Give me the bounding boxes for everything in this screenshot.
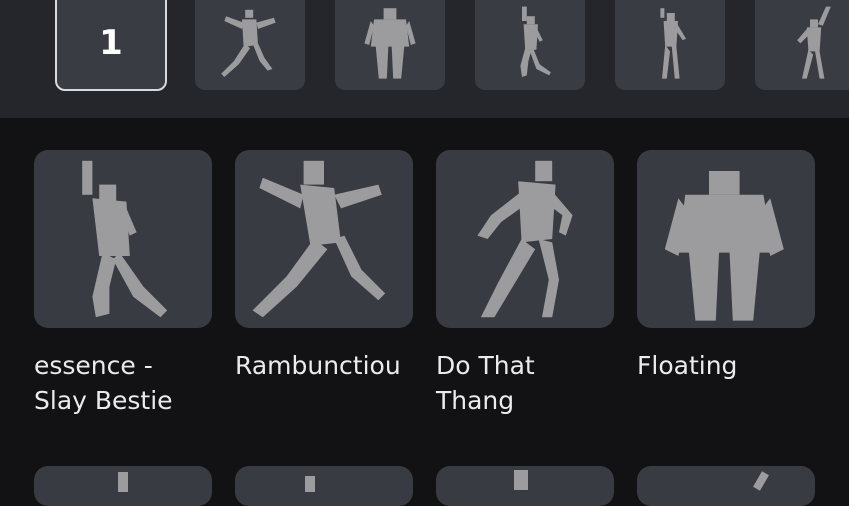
reaching-figure-icon bbox=[797, 6, 831, 79]
slot-1-selected[interactable]: 1 bbox=[55, 0, 167, 91]
standing-figure-icon bbox=[364, 8, 416, 79]
emote-card-partial[interactable] bbox=[235, 466, 413, 506]
lunge-figure-icon bbox=[221, 9, 276, 77]
dancing-figure-icon bbox=[477, 160, 573, 318]
arm-raised-figure-icon bbox=[520, 6, 551, 77]
emote-thumbnail bbox=[637, 150, 815, 328]
figure-head-fragment bbox=[305, 476, 315, 492]
slot-4[interactable] bbox=[475, 0, 585, 90]
lunge-figure-icon bbox=[252, 160, 386, 318]
waving-figure-icon bbox=[660, 8, 686, 79]
emote-card-partial[interactable] bbox=[436, 466, 614, 506]
emote-thumbnail bbox=[34, 150, 212, 328]
emote-card[interactable]: Rambunctiou bbox=[235, 150, 413, 383]
emote-name-line2: Thang bbox=[436, 386, 515, 415]
figure-head-fragment bbox=[118, 472, 128, 492]
emote-slot-bar: 1 bbox=[0, 0, 849, 118]
emote-name-line1: Floating bbox=[637, 351, 738, 380]
emote-name: Do That Thang bbox=[436, 348, 614, 418]
emote-name: essence - Slay Bestie bbox=[34, 348, 212, 418]
slot-number: 1 bbox=[99, 23, 123, 63]
bulky-figure-icon bbox=[664, 171, 784, 321]
emote-name-line2: Slay Bestie bbox=[34, 386, 173, 415]
figure-head-fragment bbox=[514, 470, 528, 490]
slot-6[interactable] bbox=[755, 0, 849, 90]
emote-name-line1: Do That bbox=[436, 351, 535, 380]
emote-card-partial[interactable] bbox=[637, 466, 815, 506]
emote-name-line2: Rambunctiou bbox=[235, 351, 401, 380]
emote-card[interactable]: Floating bbox=[637, 150, 815, 383]
emote-name-line1: essence - bbox=[34, 351, 153, 380]
figure-arm-fragment bbox=[753, 471, 769, 491]
emote-name: Floating bbox=[637, 348, 815, 383]
emote-card-partial[interactable] bbox=[34, 466, 212, 506]
slot-3[interactable] bbox=[335, 0, 445, 90]
emote-name: Rambunctiou bbox=[235, 348, 413, 383]
emote-card[interactable]: Do That Thang bbox=[436, 150, 614, 418]
emote-thumbnail bbox=[235, 150, 413, 328]
emote-thumbnail bbox=[436, 150, 614, 328]
slot-2[interactable] bbox=[195, 0, 305, 90]
emote-card[interactable]: essence - Slay Bestie bbox=[34, 150, 212, 418]
cheer-figure-icon bbox=[82, 160, 168, 318]
slot-5[interactable] bbox=[615, 0, 725, 90]
